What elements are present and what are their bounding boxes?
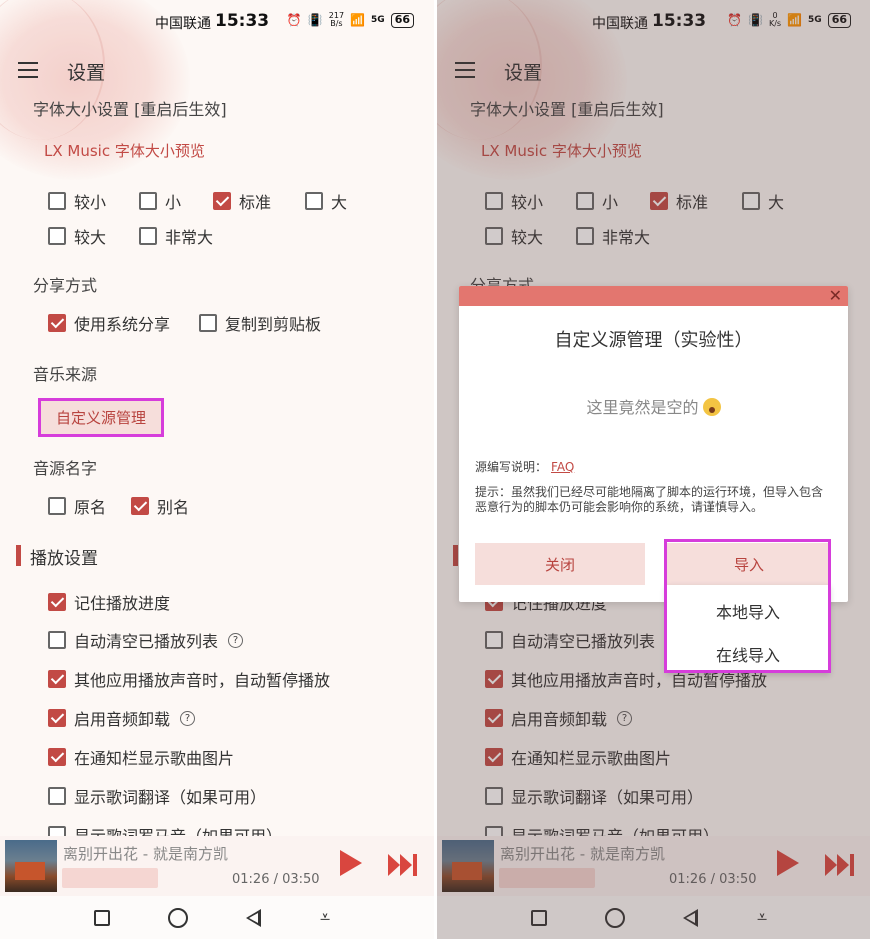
opt-notify-cover[interactable]: 在通知栏显示歌曲图片 xyxy=(48,745,234,769)
help-icon[interactable]: ? xyxy=(180,710,196,726)
status-icons: ⏰ 📳 217 B/s 📶 5G 66 xyxy=(287,12,414,28)
font-size-option-standard[interactable]: 标准 xyxy=(213,189,271,213)
close-button[interactable]: 关闭 xyxy=(475,543,645,585)
carrier: 中国联通 xyxy=(155,16,211,32)
play-icon[interactable] xyxy=(340,850,362,876)
font-size-option-larger[interactable]: 较大 xyxy=(48,224,106,248)
checkbox[interactable] xyxy=(48,709,66,727)
vibrate-icon: 📳 xyxy=(307,13,323,27)
checkbox[interactable] xyxy=(48,670,66,688)
app-header: 设置 xyxy=(0,52,434,88)
help-icon[interactable]: ? xyxy=(228,632,244,648)
opt-audio-offload[interactable]: 启用音频卸载? xyxy=(48,706,196,730)
checkbox[interactable] xyxy=(48,497,66,515)
checkbox[interactable] xyxy=(48,227,66,245)
opt-auto-clear[interactable]: 自动清空已播放列表? xyxy=(48,628,244,652)
checkbox[interactable] xyxy=(199,314,217,332)
music-source-label: 音乐来源 xyxy=(33,365,98,384)
share-label: 分享方式 xyxy=(33,276,98,295)
notification-pulldown-icon[interactable]: ⩡ xyxy=(320,907,330,928)
font-size-option-smaller[interactable]: 较小 xyxy=(48,189,106,213)
recent-apps-icon[interactable] xyxy=(94,910,110,926)
page-title: 设置 xyxy=(67,62,106,84)
signal-icon: 5G xyxy=(371,15,385,25)
player-bar[interactable]: 离别开出花 - 就是南方凯 01:26 / 03:50 xyxy=(0,836,434,896)
checkbox[interactable] xyxy=(48,192,66,210)
opt-lyric-translation[interactable]: 显示歌词翻译（如果可用） xyxy=(48,784,266,808)
back-icon[interactable] xyxy=(246,909,261,927)
battery-icon: 66 xyxy=(390,12,414,28)
checkbox[interactable] xyxy=(48,787,66,805)
source-name-alias[interactable]: 别名 xyxy=(131,494,189,518)
opt-auto-pause[interactable]: 其他应用播放声音时，自动暂停播放 xyxy=(48,667,330,691)
faq-row: 源编写说明： FAQ xyxy=(475,460,575,474)
share-option-system[interactable]: 使用系统分享 xyxy=(48,311,170,335)
surprised-emoji-icon xyxy=(702,398,721,416)
warning-tip: 提示：虽然我们已经尽可能地隔离了脚本的运行环境，但导入包含恶意行为的脚本仍可能会… xyxy=(475,485,824,514)
system-nav-bar: ⩡ xyxy=(0,896,434,939)
album-cover[interactable] xyxy=(5,840,57,892)
checkbox[interactable] xyxy=(131,497,149,515)
checkbox[interactable] xyxy=(139,227,157,245)
checkbox[interactable] xyxy=(139,192,157,210)
font-size-label: 字体大小设置 [重启后生效] xyxy=(33,100,227,119)
highlight-box xyxy=(38,398,164,437)
highlight-box xyxy=(664,539,831,673)
share-option-clipboard[interactable]: 复制到剪贴板 xyxy=(199,311,321,335)
screen-left: 中国联通 15:33 ⏰ 📳 217 B/s 📶 5G 66 设置 字体大小设置 … xyxy=(0,0,434,939)
menu-icon[interactable] xyxy=(18,62,38,78)
font-size-option-small[interactable]: 小 xyxy=(139,189,181,213)
source-name-original[interactable]: 原名 xyxy=(48,494,106,518)
checkbox[interactable] xyxy=(48,748,66,766)
wifi-icon: 📶 xyxy=(350,13,366,27)
checkbox[interactable] xyxy=(48,314,66,332)
clock: 15:33 xyxy=(215,11,270,31)
checkbox[interactable] xyxy=(48,593,66,611)
checkbox[interactable] xyxy=(48,631,66,649)
source-name-label: 音源名字 xyxy=(33,459,98,478)
alarm-icon: ⏰ xyxy=(286,13,302,27)
checkbox[interactable] xyxy=(213,192,231,210)
close-icon[interactable]: ✕ xyxy=(829,287,842,305)
home-icon[interactable] xyxy=(168,908,188,928)
font-size-option-large[interactable]: 大 xyxy=(305,189,347,213)
checkbox[interactable] xyxy=(305,192,323,210)
lyric-bar xyxy=(62,868,158,888)
dialog-title: 自定义源管理（实验性） xyxy=(554,330,753,351)
next-icon[interactable] xyxy=(388,854,418,876)
status-bar: 中国联通 15:33 ⏰ 📳 217 B/s 📶 5G 66 xyxy=(0,0,434,44)
playback-heading: 播放设置 xyxy=(16,544,98,569)
song-title: 离别开出花 - 就是南方凯 xyxy=(63,845,228,863)
screen-right: 中国联通 15:33 ⏰ 📳 0 K/s 📶 5G 66 设置 字体大小设置 [重… xyxy=(437,0,870,939)
empty-message: 这里竟然是空的 xyxy=(459,394,848,418)
faq-link[interactable]: FAQ xyxy=(551,460,574,474)
play-time: 01:26 / 03:50 xyxy=(232,872,320,887)
dialog-header-bar: ✕ xyxy=(459,286,848,306)
opt-remember-progress[interactable]: 记住播放进度 xyxy=(48,590,170,614)
font-size-option-huge[interactable]: 非常大 xyxy=(139,224,213,248)
font-size-preview: LX Music 字体大小预览 xyxy=(44,142,205,160)
net-speed: 217 B/s xyxy=(328,11,345,28)
